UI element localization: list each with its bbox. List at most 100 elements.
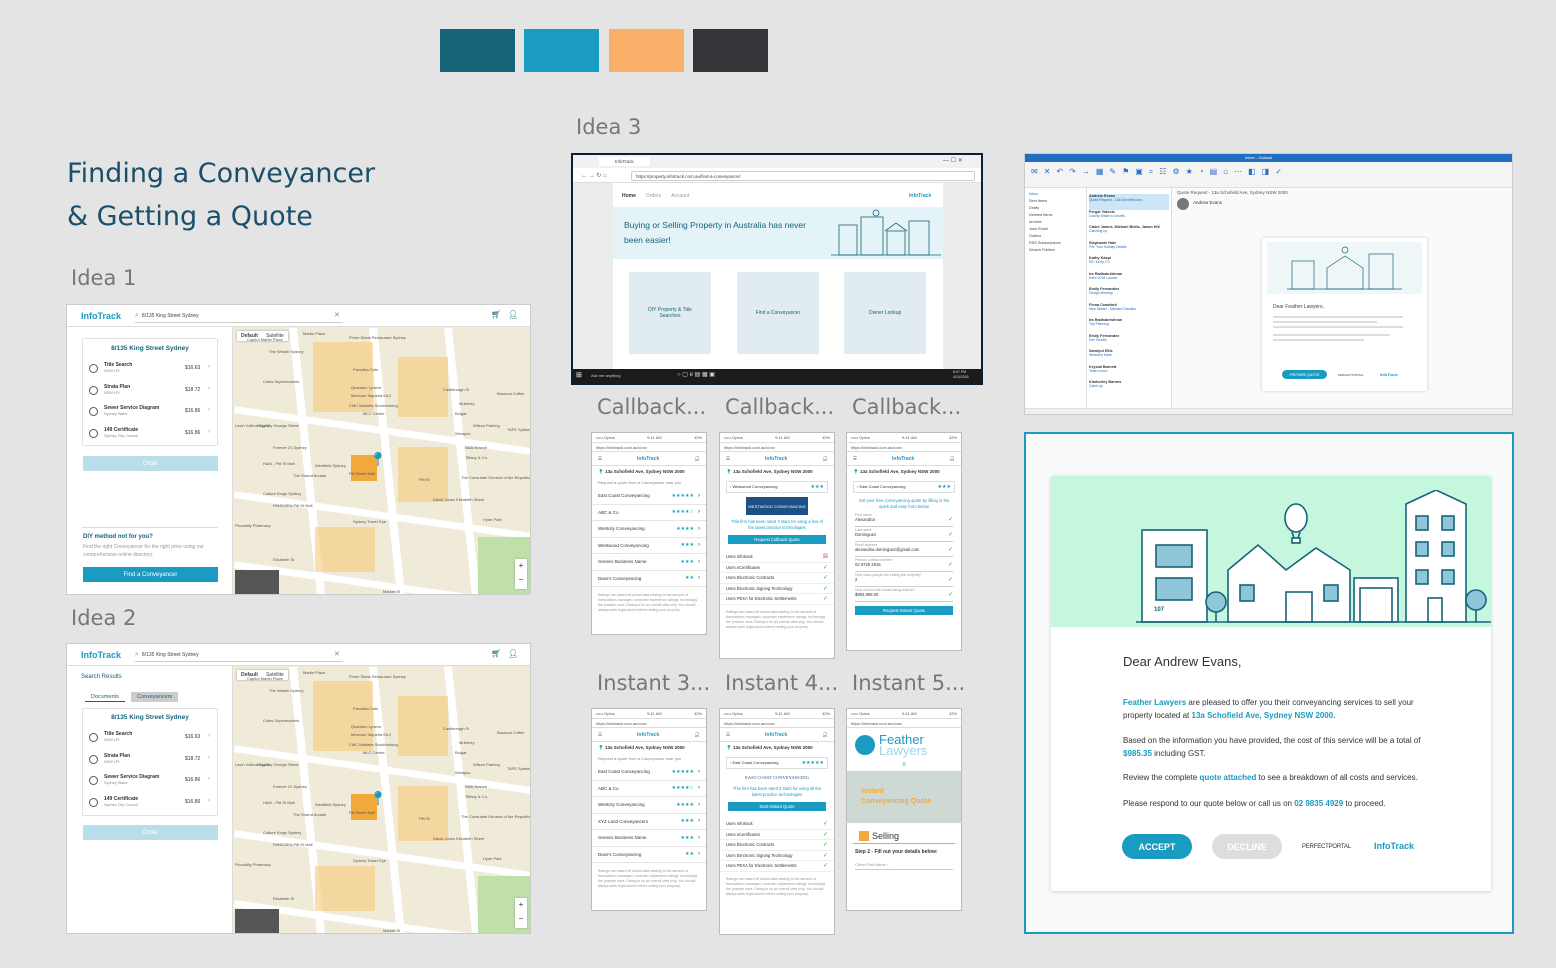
nav-home[interactable]: Home <box>622 193 636 199</box>
user-icon[interactable]: 👤︎ <box>949 456 955 462</box>
artboard-label-callback3[interactable]: Callback... <box>852 395 961 419</box>
radio-button[interactable] <box>89 385 98 395</box>
menu-icon[interactable]: ☰ <box>853 456 857 462</box>
url-bar[interactable]: https://infotrack.com.au/conv <box>720 443 834 452</box>
menu-icon[interactable]: ☰ <box>598 456 602 462</box>
map-label[interactable]: NAB Branch <box>465 784 487 789</box>
document-item[interactable]: 149 Certificate Sydney City Council $16.86… <box>89 426 213 444</box>
message-item[interactable]: Ira Radhakrishnan Trip Planning <box>1089 318 1169 334</box>
browser-tab[interactable]: InfoTrack <box>599 157 650 166</box>
taskbar-search[interactable]: Ask me anything <box>591 373 621 378</box>
url-bar[interactable]: https://infotrack.com.au/conv <box>592 443 706 452</box>
map-label[interactable]: PANDORA Pitt St Mall <box>273 842 313 847</box>
infotrack-logo[interactable]: InfoTrack <box>909 193 931 199</box>
order-button[interactable]: Order <box>83 456 218 471</box>
user-icon[interactable]: 👤︎ <box>822 456 828 462</box>
map-label[interactable]: David Jones Elizabeth Street <box>433 836 484 841</box>
address-row[interactable]: 📍︎ 13a Schofield Ave, Sydney NSW 2000 <box>592 466 706 478</box>
user-icon[interactable]: 👤︎ <box>694 456 700 462</box>
conveyancer-row[interactable]: Westwood Conveyancing ★★★ › <box>592 538 706 554</box>
map-label[interactable]: Piccadilly Pharmacy <box>235 862 271 867</box>
map-label[interactable]: Forever 21 Sydney <box>273 784 307 789</box>
street-view-thumbnail[interactable] <box>235 570 279 594</box>
map-label[interactable]: David Jones Elizabeth Street <box>433 497 484 502</box>
map-label[interactable]: Westfield Sydney <box>315 802 346 807</box>
request-instant-quote-button[interactable]: Request Instant Quote <box>855 606 953 615</box>
tab-conveyancers[interactable]: Conveyancers <box>131 692 179 702</box>
user-icon[interactable]: 👤︎ <box>508 649 518 658</box>
map-label[interactable]: H&M - Pitt St Mall <box>263 461 295 466</box>
artboard-email-quote[interactable]: 107 Dear Andrew Evans, Feather Lawyers a… <box>1024 432 1514 934</box>
artboard-label-idea2[interactable]: Idea 2 <box>71 606 136 630</box>
folder-item[interactable]: Sent Items <box>1029 199 1061 206</box>
address-row[interactable]: 📍︎ 13a Schofield Ave, Sydney NSW 2000 <box>720 742 834 754</box>
artboard-label-idea1[interactable]: Idea 1 <box>71 266 136 290</box>
user-icon[interactable]: 👤︎ <box>822 732 828 738</box>
conveyancer-row[interactable]: Dave's Conveyancing ★★ › <box>592 847 706 863</box>
folder-item[interactable]: Drafts <box>1029 206 1061 213</box>
order-button[interactable]: Order <box>83 825 218 840</box>
cart-icon[interactable]: 🛒︎ <box>491 310 501 319</box>
map-label[interactable]: Westpac <box>455 431 471 436</box>
message-item[interactable]: Kimberley Barnes Catch up <box>1089 380 1169 396</box>
map-label[interactable]: TAFE Sydney City <box>507 427 530 432</box>
address-row[interactable]: 📍︎ 13a Schofield Ave, Sydney NSW 2000 <box>592 742 706 754</box>
start-instant-quote-button[interactable]: Start Instant Quote <box>728 802 826 811</box>
map-label[interactable]: Piccadilly Pharmacy <box>235 523 271 528</box>
artboard-label-idea3[interactable]: Idea 3 <box>576 115 641 139</box>
map-label[interactable]: Coles Supermarkets <box>263 379 299 384</box>
map-label[interactable]: Elizabeth St <box>273 896 294 901</box>
swatch-dark-teal[interactable] <box>440 29 515 72</box>
map-label[interactable]: Pitt St <box>419 816 430 821</box>
map-label[interactable]: Coles Supermarkets <box>263 718 299 723</box>
document-item[interactable]: Title Search NSW LPI $16.63 › <box>89 730 213 748</box>
map-label[interactable]: Westpac <box>455 770 471 775</box>
cart-icon[interactable]: 🛒︎ <box>491 649 501 658</box>
form-field[interactable]: Primary contact number 02 9725 2816 ✓ <box>855 558 953 572</box>
radio-button[interactable] <box>89 364 98 373</box>
radio-button[interactable] <box>89 754 98 764</box>
map-label[interactable]: Pitt St <box>419 477 430 482</box>
map-label[interactable]: Hyde Park <box>483 856 502 861</box>
phone-link[interactable]: 02 9835 4929 <box>1294 799 1343 808</box>
firm-header[interactable]: ‹ East Coast Conveyancing ★★★★★ <box>726 757 828 769</box>
folder-item[interactable]: Junk Email <box>1029 227 1061 234</box>
map-label[interactable]: Capitol Martin Place <box>247 337 283 342</box>
menu-icon[interactable]: ☰ <box>598 732 602 738</box>
document-item[interactable]: 149 Certificate Sydney City Council $16.86… <box>89 795 213 813</box>
request-callback-button[interactable]: Request Callback Quote <box>728 535 826 544</box>
map-label[interactable]: Quantum Lyneve <box>351 385 381 390</box>
prepare-quote-button[interactable]: PREPARE QUOTE <box>1282 370 1327 379</box>
map-label[interactable]: Prime Steak Restaurant Sydney <box>349 674 406 679</box>
conveyancer-row[interactable]: ABC & Co ★★★★☆ › <box>592 505 706 521</box>
map-label[interactable]: Martin Place <box>303 670 325 675</box>
artboard-label-instant4[interactable]: Instant 4... <box>725 671 838 695</box>
map-label[interactable]: Culture Kings Sydney <box>263 830 301 835</box>
phone-callback-detail[interactable]: ••••• Optus 9:41 AM 42% https://infotrack.… <box>719 432 835 659</box>
map-label[interactable]: The Westin Sydney <box>269 349 304 354</box>
swatch-teal[interactable] <box>524 29 599 72</box>
message-item[interactable]: Kathy Kaspi RE: Kerry 2.0 <box>1089 256 1169 272</box>
map-label[interactable]: PANDORA Pitt St Mall <box>273 503 313 508</box>
map-label[interactable]: Tiffany & Co. <box>465 455 488 460</box>
form-field[interactable]: Last name Dominguez ✓ <box>855 528 953 542</box>
message-item[interactable]: Stephanie Hale FW: Your Holiday Details <box>1089 241 1169 257</box>
window-controls[interactable]: — ☐ ✕ <box>943 157 963 164</box>
map-label[interactable]: Mexican Taqueria ML2 <box>351 393 391 398</box>
map-label[interactable]: Brazuca Coffee <box>497 391 525 396</box>
map-label[interactable]: Forever 21 Sydney <box>273 445 307 450</box>
map-label[interactable]: NAB Branch <box>465 445 487 450</box>
map-label[interactable]: Capitol Martin Place <box>247 676 283 681</box>
taskbar-apps-icon[interactable]: ○ ▢ e ▤ ▦ ▣ <box>677 371 715 378</box>
card-owner-lookup[interactable]: Owner Lookup <box>844 272 926 354</box>
map-label[interactable]: Brazuca Coffee <box>497 730 525 735</box>
address-row[interactable]: 📍︎ 13a Schofield Ave, Sydney NSW 2000 <box>847 466 961 478</box>
map-label[interactable]: Mulberry <box>459 740 475 745</box>
phone-callback-list[interactable]: ••••• Optus 9:41 AM 42% https://infotrack.… <box>591 432 707 635</box>
radio-button[interactable] <box>89 428 98 438</box>
conveyancer-row[interactable]: Generic Business Name ★★★ › <box>592 830 706 847</box>
folder-item[interactable]: Outbox <box>1029 234 1061 241</box>
map-label[interactable]: Pitt Street Mall <box>349 471 375 476</box>
map[interactable]: 📍︎ Default Satellite + − Martin Place Capi… <box>233 666 530 933</box>
map-label[interactable]: Market St <box>383 589 400 594</box>
